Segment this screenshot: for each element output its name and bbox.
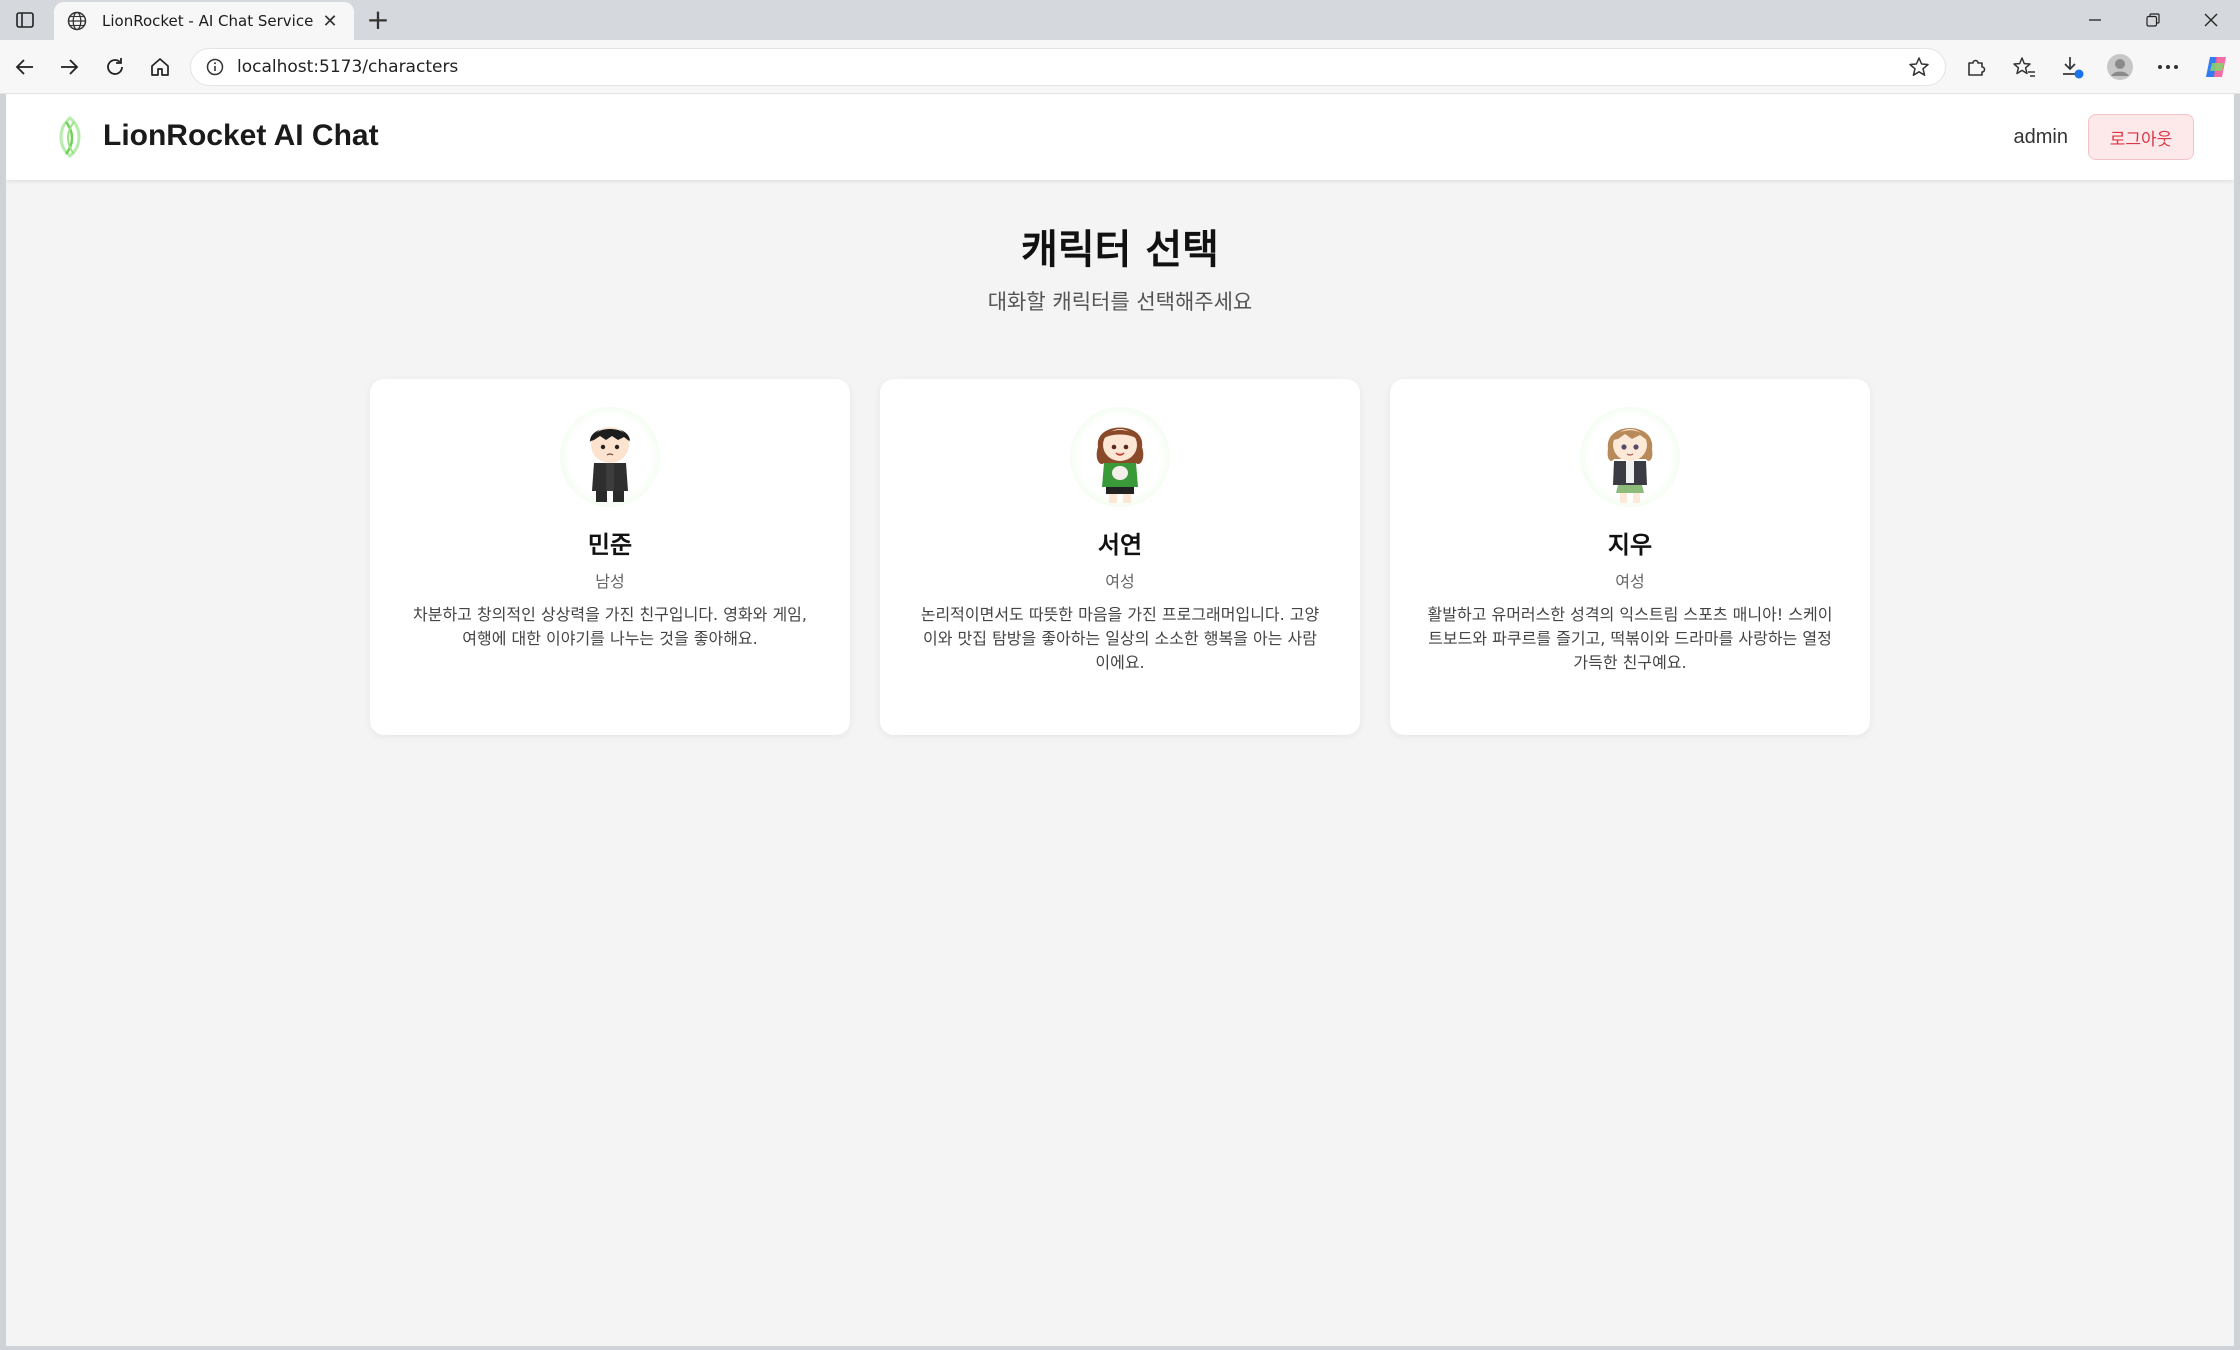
home-icon[interactable]	[143, 50, 177, 84]
character-gender: 남성	[595, 572, 625, 591]
close-icon[interactable]: ✕	[318, 9, 342, 33]
logout-button[interactable]: 로그아웃	[2088, 114, 2194, 160]
close-window-icon[interactable]	[2182, 0, 2240, 40]
browser-tab-bar: LionRocket - AI Chat Service ✕ +	[0, 0, 2240, 40]
app-header: LionRocket AI Chat admin 로그아웃	[6, 94, 2234, 180]
character-gender: 여성	[1105, 572, 1135, 591]
toolbar-tools	[1952, 48, 2240, 86]
leaf-logo-icon[interactable]	[48, 114, 92, 160]
character-description: 활발하고 유머러스한 성격의 익스트림 스포츠 매니아! 스케이트보드와 파쿠르…	[1427, 605, 1833, 672]
globe-icon	[66, 10, 88, 32]
character-avatar-jiwoo	[1580, 407, 1680, 507]
character-card-seoyeon[interactable]: 서연 여성 논리적이면서도 따뜻한 마음을 가진 프로그래머입니다. 고양이와 …	[880, 379, 1360, 735]
puzzle-icon[interactable]	[1952, 48, 2000, 86]
character-card-jiwoo[interactable]: 지우 여성 활발하고 유머러스한 성격의 익스트림 스포츠 매니아! 스케이트보…	[1390, 379, 1870, 735]
plus-icon[interactable]: +	[364, 6, 392, 34]
download-icon[interactable]	[2048, 48, 2096, 86]
character-gender: 여성	[1615, 572, 1645, 591]
character-name: 지우	[1607, 531, 1653, 559]
restore-icon[interactable]	[2124, 0, 2182, 40]
character-description: 차분하고 창의적인 상상력을 가진 친구입니다. 영화와 게임, 여행에 대한 …	[413, 605, 807, 648]
character-avatar-seoyeon	[1070, 407, 1170, 507]
back-arrow-icon[interactable]	[8, 50, 42, 84]
character-list: 민준 남성 차분하고 창의적인 상상력을 가진 친구입니다. 영화와 게임, 여…	[370, 379, 1870, 735]
more-icon[interactable]	[2144, 48, 2192, 86]
address-bar[interactable]: localhost:5173/characters	[190, 48, 1946, 86]
character-card-minjun[interactable]: 민준 남성 차분하고 창의적인 상상력을 가진 친구입니다. 영화와 게임, 여…	[370, 379, 850, 735]
reload-icon[interactable]	[98, 50, 132, 84]
current-username: admin	[2013, 126, 2068, 148]
page-title: 캐릭터 선택	[1021, 227, 1219, 273]
window-controls	[2066, 0, 2240, 40]
forward-arrow-icon[interactable]	[52, 50, 86, 84]
page-subtitle: 대화할 캐릭터를 선택해주세요	[987, 290, 1253, 314]
character-avatar-minjun	[560, 407, 660, 507]
character-name: 서연	[1097, 531, 1143, 559]
character-description: 논리적이면서도 따뜻한 마음을 가진 프로그래머입니다. 고양이와 맛집 탐방을…	[920, 605, 1320, 672]
minimize-icon[interactable]	[2066, 0, 2124, 40]
profile-icon[interactable]	[2096, 48, 2144, 86]
copilot-icon[interactable]	[2192, 48, 2240, 86]
character-name: 민준	[587, 531, 633, 559]
star-icon[interactable]	[1907, 55, 1931, 79]
favorites-icon[interactable]	[2000, 48, 2048, 86]
browser-toolbar: localhost:5173/characters	[0, 40, 2240, 94]
info-icon[interactable]	[205, 57, 225, 77]
tab-title: LionRocket - AI Chat Service	[102, 12, 314, 30]
page-viewport: LionRocket AI Chat admin 로그아웃 캐릭터 선택 대화할…	[6, 94, 2234, 1346]
browser-tab[interactable]: LionRocket - AI Chat Service ✕	[54, 2, 354, 40]
url-text[interactable]: localhost:5173/characters	[237, 57, 1907, 77]
tab-actions-icon[interactable]	[10, 6, 40, 34]
brand-title[interactable]: LionRocket AI Chat	[103, 116, 379, 156]
